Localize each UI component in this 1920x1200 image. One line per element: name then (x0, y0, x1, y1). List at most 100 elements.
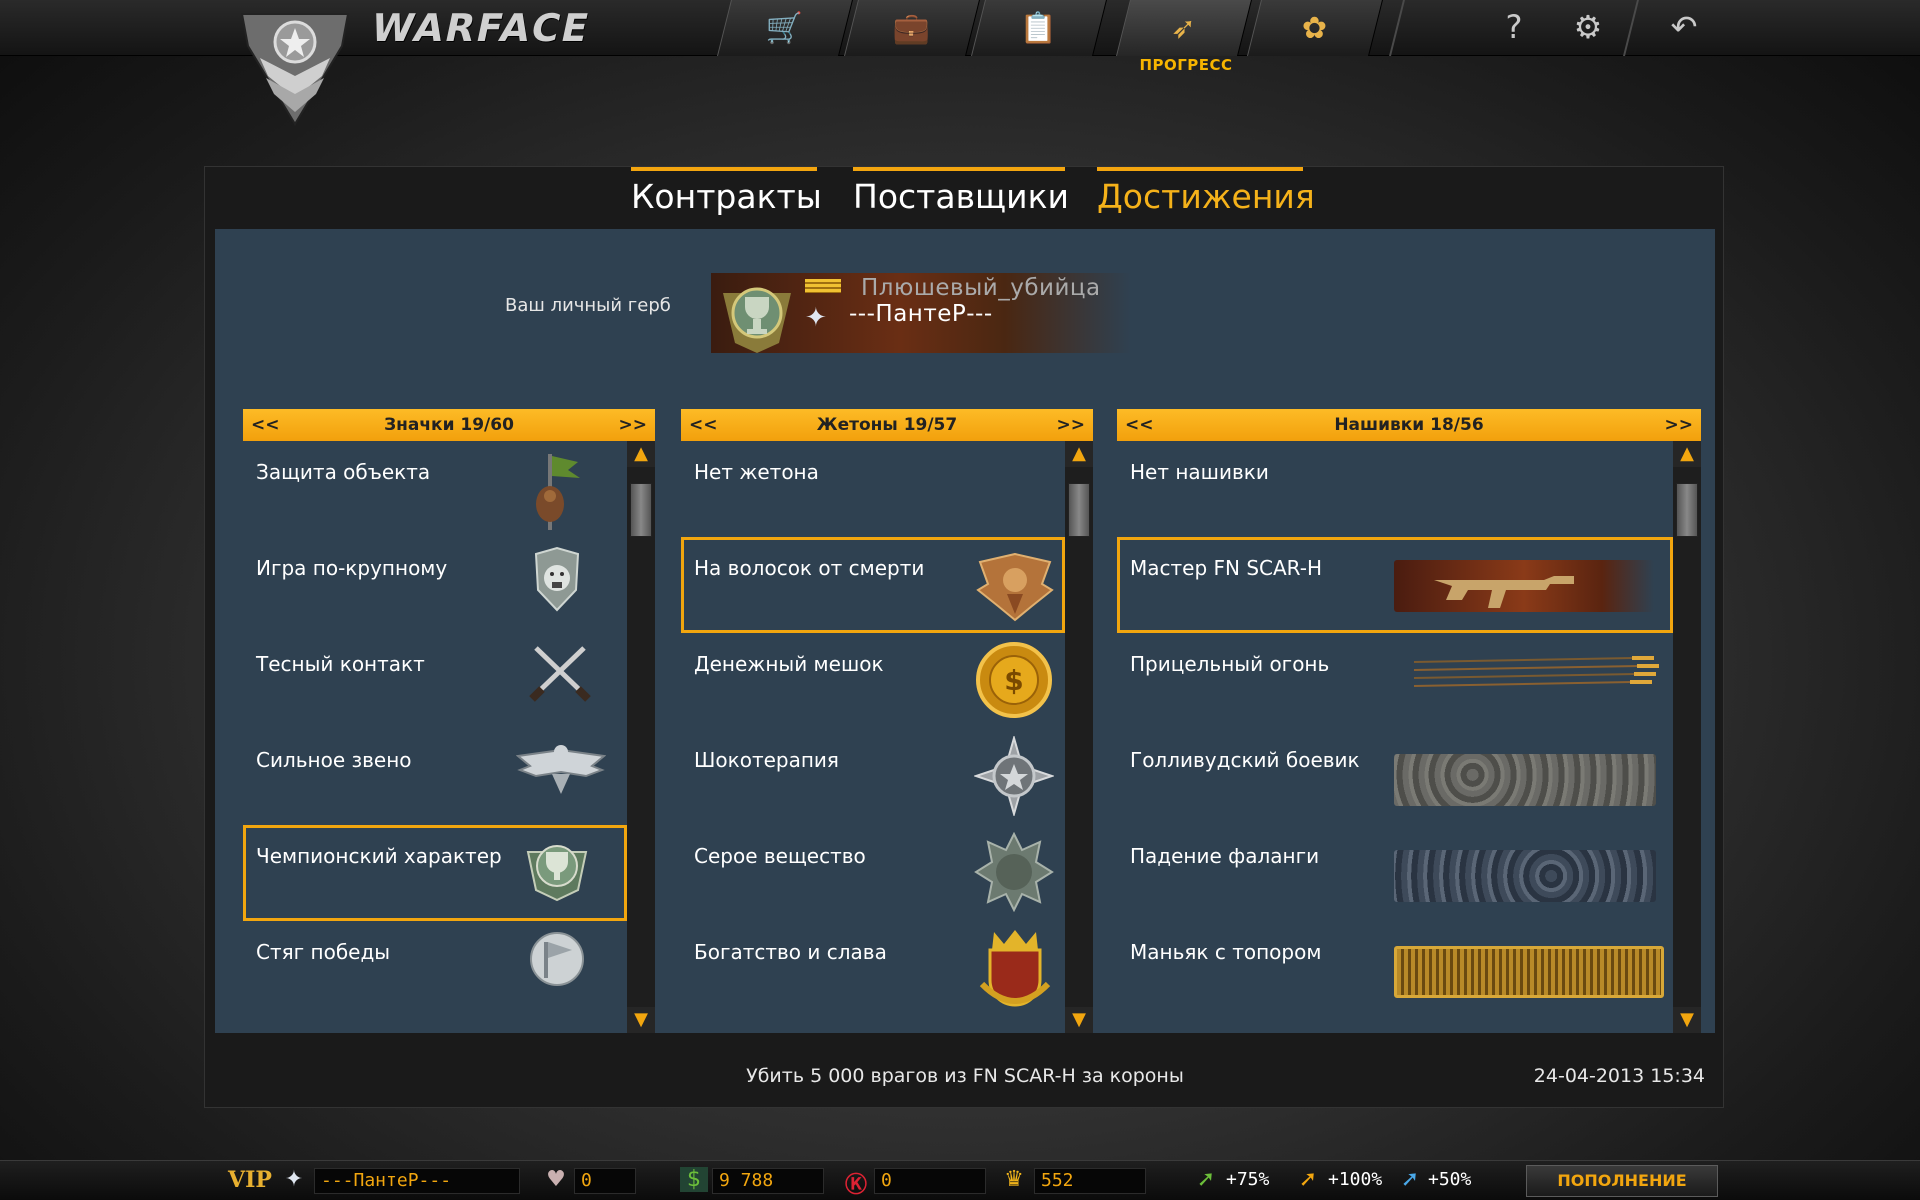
tokens-column: << Жетоны 19/57 >> Нет жетона На волосок… (681, 409, 1093, 1033)
list-item[interactable]: Мастер FN SCAR-H (1117, 537, 1673, 633)
list-item-label: Чемпионский характер (256, 844, 502, 868)
list-item[interactable]: Падение фаланги (1117, 825, 1673, 921)
rank-stripes-icon (805, 279, 841, 293)
badges-prev-button[interactable]: << (251, 415, 280, 435)
app-logo-text: WARFACE (367, 6, 595, 50)
flower-icon: ✿ (1302, 10, 1328, 46)
list-item-label: Сильное звено (256, 748, 412, 772)
list-item[interactable]: Серое вещество (681, 825, 1065, 921)
scroll-down-icon[interactable]: ▼ (1065, 1007, 1093, 1033)
list-item[interactable]: Нет нашивки (1117, 441, 1673, 537)
rank-star-icon: ✦ (805, 303, 827, 333)
rifle-icon (1434, 576, 1574, 608)
nav-tab-inventory[interactable]: 💼 (844, 0, 980, 56)
bullets-patch-image (1413, 656, 1659, 687)
patches-header: << Нашивки 18/56 >> (1117, 409, 1701, 441)
progress-arrow-icon: ➶ (1171, 10, 1197, 46)
tokens-list: Нет жетона На волосок от смерти Денежный… (681, 441, 1065, 1033)
list-item-label: Серое вещество (694, 844, 866, 868)
kredits-icon: Ⓚ (844, 1173, 867, 1198)
nav-tab-shop[interactable]: 🛒 (717, 0, 853, 56)
badges-scrollbar[interactable]: ▲ ▼ (627, 441, 655, 1033)
blue-camo-patch-image (1394, 850, 1656, 902)
list-item[interactable]: Сильное звено (243, 729, 627, 825)
scroll-up-icon[interactable]: ▲ (627, 441, 655, 467)
nav-tab-social[interactable]: ✿ (1247, 0, 1383, 56)
top-up-button[interactable]: ПОПОЛНЕНИЕ СЧЕТА (1526, 1165, 1718, 1197)
scroll-up-icon[interactable]: ▲ (1065, 441, 1093, 467)
nav-tab-progress-label: ПРОГРЕСС (1139, 56, 1233, 74)
tab-contracts[interactable]: Контракты (631, 167, 822, 223)
scroll-thumb[interactable] (630, 483, 652, 537)
money-boost-icon: ➚ (1298, 1167, 1318, 1192)
list-item[interactable]: Тесный контакт (243, 633, 627, 729)
achievements-content: Ваш личный герб ✦ Плюшевый_убийца ---Пан… (215, 229, 1715, 1033)
scar-h-patch-image (1394, 560, 1654, 612)
camo-patch-image (1394, 754, 1656, 806)
gray-star-token-icon (974, 832, 1054, 912)
scroll-thumb[interactable] (1068, 483, 1090, 537)
nav-tab-progress[interactable]: ➶ (1116, 0, 1252, 56)
scroll-thumb[interactable] (1676, 483, 1698, 537)
badges-column: << Значки 19/60 >> Защита объекта Игра п… (243, 409, 655, 1033)
list-item[interactable]: Маньяк с топором (1117, 921, 1673, 1017)
patches-scrollbar[interactable]: ▲ ▼ (1673, 441, 1701, 1033)
tokens-next-button[interactable]: >> (1057, 415, 1086, 435)
vip-label: VIP (228, 1167, 272, 1193)
vendor-boost-icon: ➚ (1400, 1167, 1420, 1192)
eagle-wings-badge-icon (516, 745, 606, 794)
money-icon: $ (680, 1167, 708, 1192)
exp-boost-icon: ➚ (1196, 1167, 1216, 1192)
rank-icon: ✦ (284, 1167, 304, 1192)
patches-prev-button[interactable]: << (1125, 415, 1154, 435)
exp-boost-value: +75% (1226, 1169, 1270, 1190)
help-icon[interactable]: ? (1494, 8, 1534, 46)
patches-list: Нет нашивки Мастер FN SCAR-H Прицельный … (1117, 441, 1673, 1033)
tab-suppliers[interactable]: Поставщики (853, 167, 1069, 223)
briefcase-icon: 💼 (893, 10, 931, 46)
scroll-down-icon[interactable]: ▼ (1673, 1007, 1701, 1033)
list-item[interactable]: Чемпионский характер (243, 825, 627, 921)
kredits-field: 0 (874, 1168, 986, 1194)
list-item-label: Падение фаланги (1130, 844, 1320, 868)
patches-next-button[interactable]: >> (1665, 415, 1694, 435)
hearts-field: 0 (574, 1168, 636, 1194)
badges-next-button[interactable]: >> (619, 415, 648, 435)
list-item-label: Голливудский боевик (1130, 748, 1360, 772)
money-field: 9 788 (712, 1168, 824, 1194)
list-item[interactable]: Денежный мешок $ (681, 633, 1065, 729)
list-item[interactable]: Шокотерапия (681, 729, 1065, 825)
tab-achievements[interactable]: Достижения (1097, 167, 1315, 223)
svg-text:$: $ (1004, 664, 1023, 697)
list-item[interactable]: На волосок от смерти (681, 537, 1065, 633)
list-item[interactable]: Стяг победы (243, 921, 627, 1017)
crossed-knives-badge-icon (529, 646, 591, 702)
badges-title: Значки 19/60 (384, 415, 514, 435)
tokens-scrollbar[interactable]: ▲ ▼ (1065, 441, 1093, 1033)
list-item[interactable]: Голливудский боевик (1117, 729, 1673, 825)
gear-icon[interactable]: ⚙ (1568, 8, 1608, 46)
bear-badge-icon (534, 546, 580, 612)
scroll-up-icon[interactable]: ▲ (1673, 441, 1701, 467)
badges-header: << Значки 19/60 >> (243, 409, 655, 441)
clipboard-icon: 📋 (1020, 10, 1058, 46)
list-item-label: Маньяк с топором (1130, 940, 1322, 964)
list-item-label: Нет жетона (694, 460, 819, 484)
scroll-down-icon[interactable]: ▼ (627, 1007, 655, 1033)
player-name-field: ---ПантеР--- (314, 1168, 520, 1194)
crown-shield-token-icon (979, 930, 1051, 1007)
exit-icon[interactable]: ↶ (1664, 8, 1704, 46)
list-item[interactable]: Прицельный огонь (1117, 633, 1673, 729)
warface-emblem-icon (240, 13, 350, 126)
list-item[interactable]: Нет жетона (681, 441, 1065, 537)
nav-tab-missions[interactable]: 📋 (971, 0, 1107, 56)
list-item-label: Игра по-крупному (256, 556, 448, 580)
tokens-prev-button[interactable]: << (689, 415, 718, 435)
crest-label: Ваш личный герб (505, 295, 671, 316)
money-bag-token-icon: $ (976, 642, 1052, 718)
list-item[interactable]: Защита объекта (243, 441, 627, 537)
list-item-label: Шокотерапия (694, 748, 839, 772)
victory-flag-badge-icon (530, 932, 584, 986)
list-item[interactable]: Богатство и слава (681, 921, 1065, 1017)
list-item[interactable]: Игра по-крупному (243, 537, 627, 633)
